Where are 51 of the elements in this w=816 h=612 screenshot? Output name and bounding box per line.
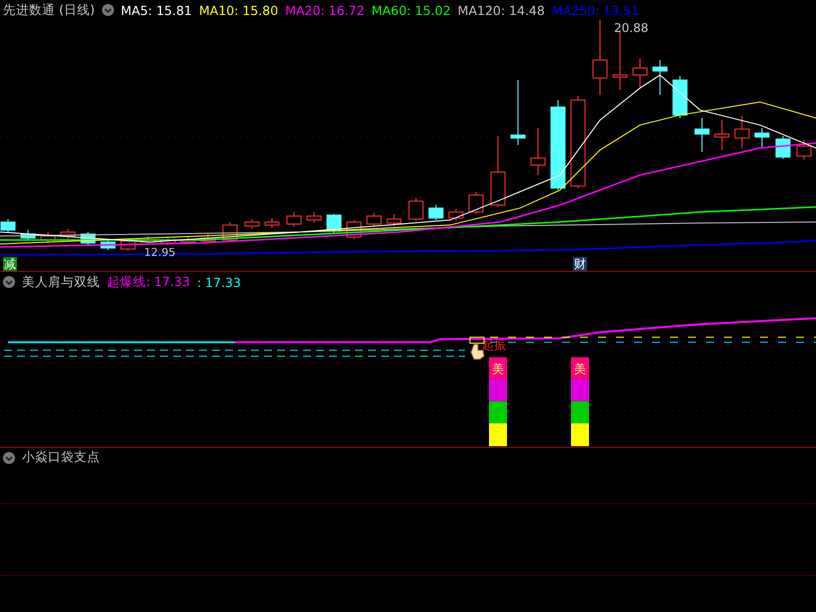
candlestick bbox=[120, 238, 136, 252]
candlestick bbox=[306, 212, 322, 224]
indicator-title: 美人肩与双线 bbox=[22, 274, 100, 291]
candlestick bbox=[386, 214, 402, 227]
candlestick bbox=[100, 240, 116, 251]
signal-bar-label: 美 bbox=[492, 362, 504, 376]
candlestick bbox=[200, 234, 216, 244]
collapse-icon[interactable] bbox=[3, 276, 15, 288]
moving-average-value: MA5: 15.81 bbox=[120, 2, 192, 18]
signal-label: 起振 bbox=[482, 338, 506, 352]
candlestick bbox=[632, 58, 648, 89]
candlestick bbox=[40, 232, 56, 244]
moving-average-value: MA60: 15.02 bbox=[371, 2, 451, 18]
candlestick bbox=[286, 212, 302, 228]
indicator-value: 起爆线: 17.33 bbox=[107, 274, 190, 291]
stock-title: 先进数通 (日线) bbox=[3, 2, 95, 18]
candlestick bbox=[448, 208, 464, 222]
candlestick bbox=[652, 60, 668, 96]
candlestick bbox=[754, 128, 770, 148]
candlestick bbox=[180, 236, 196, 245]
high-price-label: 20.88 bbox=[614, 21, 648, 36]
candlestick bbox=[140, 236, 156, 245]
candlestick bbox=[264, 218, 280, 229]
candlestick bbox=[530, 128, 546, 176]
candlestick bbox=[510, 80, 526, 146]
candlestick bbox=[60, 228, 76, 240]
event-marker[interactable]: 减 bbox=[3, 257, 17, 272]
candlestick bbox=[694, 118, 710, 153]
moving-average-value: MA120: 14.48 bbox=[458, 2, 545, 18]
candlestick bbox=[468, 192, 484, 215]
candlestick bbox=[20, 230, 36, 241]
candlestick bbox=[160, 236, 176, 246]
moving-average-value: MA250: 13.51 bbox=[552, 2, 639, 18]
candlestick bbox=[714, 120, 730, 151]
collapse-icon[interactable] bbox=[102, 4, 114, 16]
candlestick bbox=[776, 136, 790, 160]
event-marker[interactable]: 财 bbox=[573, 257, 587, 272]
candlestick bbox=[428, 204, 444, 221]
moving-average-value: MA20: 16.72 bbox=[285, 2, 364, 18]
indicator-title: 小焱口袋支点 bbox=[22, 449, 100, 466]
moving-average-value: MA10: 15.80 bbox=[199, 2, 278, 18]
candlestick bbox=[672, 76, 688, 119]
candlestick bbox=[0, 218, 16, 234]
indicator-value: : 17.33 bbox=[196, 274, 241, 290]
signal-bar-label: 美 bbox=[574, 362, 586, 376]
candlestick bbox=[326, 214, 342, 235]
collapse-icon[interactable] bbox=[3, 452, 15, 464]
candlestick bbox=[408, 198, 424, 222]
candlestick bbox=[734, 116, 750, 149]
candlestick bbox=[796, 140, 812, 161]
candlestick bbox=[366, 212, 382, 227]
